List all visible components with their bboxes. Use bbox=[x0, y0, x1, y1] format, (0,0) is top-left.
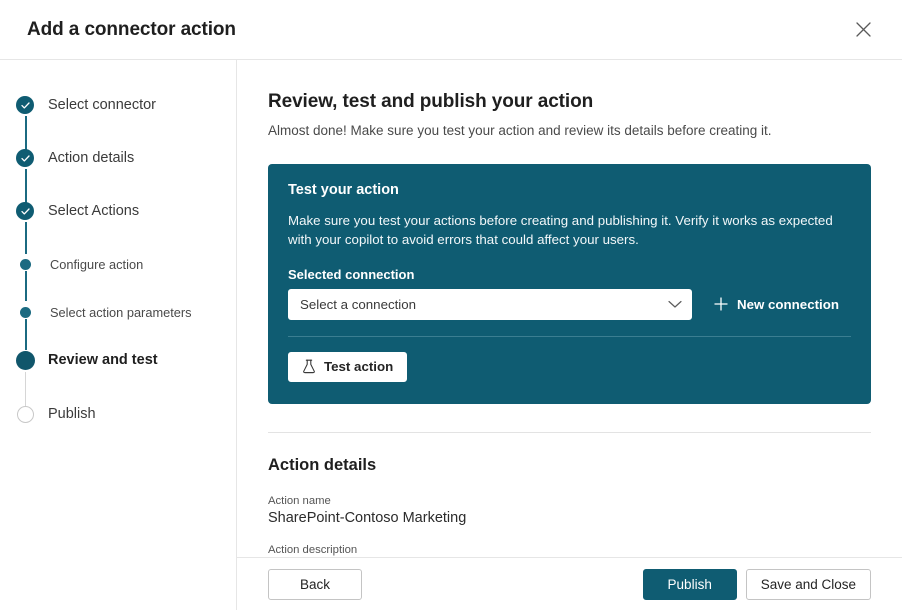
page-title: Review, test and publish your action bbox=[268, 91, 871, 113]
action-name-block: Action name SharePoint-Contoso Marketing bbox=[268, 495, 871, 526]
dot-icon bbox=[14, 301, 36, 323]
close-icon[interactable] bbox=[846, 13, 880, 47]
selected-connection-label: Selected connection bbox=[288, 267, 851, 282]
dialog-footer: Back Publish Save and Close bbox=[237, 557, 902, 610]
sidebar-item-publish[interactable]: Publish bbox=[0, 403, 236, 425]
add-connector-action-dialog: Add a connector action bbox=[0, 0, 902, 610]
connection-row: Select a connection bbox=[288, 289, 851, 320]
dot-filled-icon bbox=[14, 349, 36, 371]
test-action-button[interactable]: Test action bbox=[288, 352, 407, 382]
save-and-close-button[interactable]: Save and Close bbox=[746, 569, 871, 600]
sidebar-item-label: Select action parameters bbox=[50, 305, 192, 320]
dialog-title: Add a connector action bbox=[27, 19, 846, 41]
back-button[interactable]: Back bbox=[268, 569, 362, 600]
footer-actions: Publish Save and Close bbox=[643, 569, 871, 600]
check-circle-icon bbox=[14, 147, 36, 169]
action-details-heading: Action details bbox=[268, 456, 871, 475]
sidebar-item-label: Review and test bbox=[48, 352, 158, 368]
check-circle-icon bbox=[14, 94, 36, 116]
main-panel: Review, test and publish your action Alm… bbox=[237, 60, 902, 610]
chevron-down-icon bbox=[668, 300, 682, 309]
sidebar-item-configure-action[interactable]: Configure action bbox=[0, 253, 236, 275]
test-your-action-card: Test your action Make sure you test your… bbox=[268, 164, 871, 404]
connection-select[interactable]: Select a connection bbox=[288, 289, 692, 320]
page-subtitle: Almost done! Make sure you test your act… bbox=[268, 123, 871, 138]
dialog-body: Select connector Action details bbox=[0, 60, 902, 610]
dialog-header: Add a connector action bbox=[0, 0, 902, 60]
stepper-connector bbox=[25, 319, 27, 350]
sidebar-item-select-connector[interactable]: Select connector bbox=[0, 94, 236, 116]
sidebar-item-label: Action details bbox=[48, 150, 134, 166]
action-description-label: Action description bbox=[268, 544, 871, 556]
sidebar-item-label: Configure action bbox=[50, 257, 143, 272]
sidebar-item-action-details[interactable]: Action details bbox=[0, 147, 236, 169]
check-circle-icon bbox=[14, 200, 36, 222]
test-action-label: Test action bbox=[324, 359, 393, 374]
beaker-icon bbox=[302, 359, 316, 374]
main-scroll-area: Review, test and publish your action Alm… bbox=[237, 60, 902, 557]
action-name-value: SharePoint-Contoso Marketing bbox=[268, 510, 871, 526]
test-card-description: Make sure you test your actions before c… bbox=[288, 211, 848, 250]
sidebar-item-select-action-parameters[interactable]: Select action parameters bbox=[0, 301, 236, 323]
sidebar-item-label: Select Actions bbox=[48, 203, 139, 219]
test-card-title: Test your action bbox=[288, 182, 851, 198]
progress-stepper: Select connector Action details bbox=[0, 60, 237, 610]
sidebar-item-select-actions[interactable]: Select Actions bbox=[0, 200, 236, 222]
card-divider bbox=[288, 336, 851, 337]
section-divider bbox=[268, 432, 871, 433]
sidebar-item-label: Select connector bbox=[48, 97, 156, 113]
new-connection-label: New connection bbox=[737, 297, 839, 312]
stepper-connector bbox=[25, 372, 27, 406]
connection-select-value: Select a connection bbox=[300, 297, 668, 312]
action-name-label: Action name bbox=[268, 495, 871, 507]
action-description-block: Action description bbox=[268, 544, 871, 556]
plus-icon bbox=[714, 297, 728, 311]
dot-icon bbox=[14, 253, 36, 275]
stepper-connector bbox=[25, 271, 27, 301]
sidebar-item-review-and-test[interactable]: Review and test bbox=[0, 349, 236, 371]
sidebar-item-label: Publish bbox=[48, 406, 96, 422]
circle-outline-icon bbox=[14, 403, 36, 425]
new-connection-button[interactable]: New connection bbox=[714, 297, 839, 312]
publish-button[interactable]: Publish bbox=[643, 569, 737, 600]
stepper-connector bbox=[25, 222, 27, 254]
